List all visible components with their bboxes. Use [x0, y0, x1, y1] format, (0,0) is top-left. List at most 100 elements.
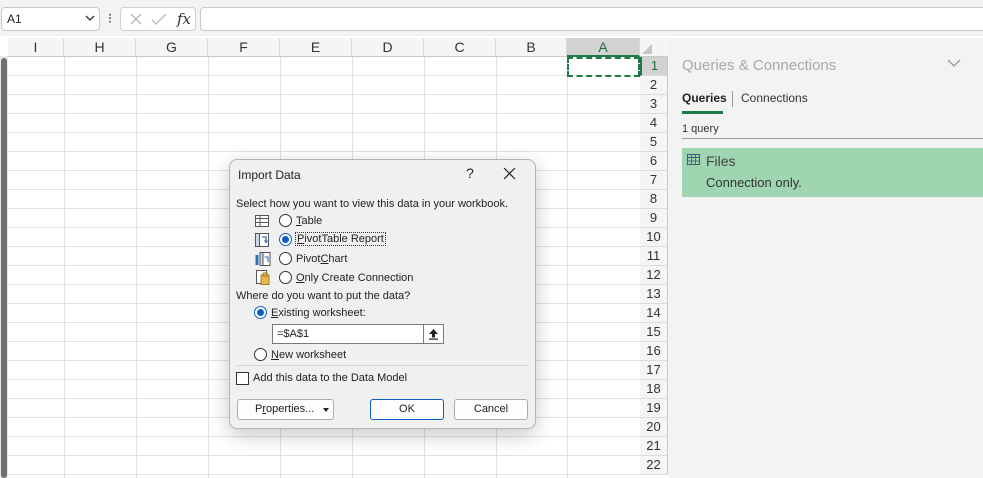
- row-header-14[interactable]: 14: [640, 304, 668, 323]
- chevron-down-icon[interactable]: [947, 59, 961, 68]
- row-header-18[interactable]: 18: [640, 380, 668, 399]
- existing-worksheet-label[interactable]: Existing worksheet:: [271, 307, 366, 319]
- row-header-20[interactable]: 20: [640, 418, 668, 437]
- column-header-a[interactable]: A: [567, 38, 640, 57]
- properties-button[interactable]: Properties...: [237, 399, 334, 420]
- query-status: Connection only.: [706, 175, 802, 190]
- row-header-2[interactable]: 2: [640, 76, 668, 95]
- row-header-8[interactable]: 8: [640, 190, 668, 209]
- row-header-10[interactable]: 10: [640, 228, 668, 247]
- column-header-b[interactable]: B: [496, 38, 567, 57]
- connection-option-label[interactable]: Only Create Connection: [296, 272, 413, 284]
- close-icon[interactable]: [503, 167, 516, 180]
- range-reference-value: =$A$1: [277, 328, 310, 340]
- dialog-title: Import Data: [238, 168, 301, 182]
- existing-worksheet-text: xisting worksheet:: [278, 307, 366, 319]
- pivotchart-radio[interactable]: [279, 252, 292, 265]
- row-header-6[interactable]: 6: [640, 152, 668, 171]
- row-header-19[interactable]: 19: [640, 399, 668, 418]
- table-option-label[interactable]: Table: [296, 215, 322, 227]
- row-header-3[interactable]: 3: [640, 95, 668, 114]
- row-header-12[interactable]: 12: [640, 266, 668, 285]
- name-box-value: A1: [7, 12, 22, 26]
- queries-connections-pane: Queries & Connections Queries Connection…: [668, 38, 983, 478]
- scrollbar-thumb[interactable]: [1, 58, 7, 478]
- row-header-5[interactable]: 5: [640, 133, 668, 152]
- data-model-checkbox[interactable]: [236, 372, 249, 385]
- divider: [236, 365, 529, 366]
- column-header-h[interactable]: H: [64, 38, 136, 57]
- new-worksheet-radio[interactable]: [254, 348, 267, 361]
- row-header-16[interactable]: 16: [640, 342, 668, 361]
- scrollbar[interactable]: [0, 56, 8, 478]
- new-worksheet-label[interactable]: New worksheet: [271, 349, 346, 361]
- column-header-c[interactable]: C: [424, 38, 496, 57]
- enter-check-icon[interactable]: [151, 12, 167, 26]
- table-radio[interactable]: [279, 214, 292, 227]
- row-header-13[interactable]: 13: [640, 285, 668, 304]
- properties-button-text: operties...: [266, 403, 315, 415]
- dropdown-arrow-icon: [323, 408, 329, 412]
- row-header-17[interactable]: 17: [640, 361, 668, 380]
- insert-function-button[interactable]: fx: [177, 10, 191, 28]
- existing-worksheet-radio[interactable]: [254, 306, 267, 319]
- select-all-button[interactable]: [640, 38, 668, 57]
- connection-option-text: nly Create Connection: [304, 272, 414, 284]
- pivotchart-option-text: hart: [328, 253, 348, 265]
- row-header-22[interactable]: 22: [640, 456, 668, 475]
- tab-connections[interactable]: Connections: [741, 91, 808, 105]
- row-header-15[interactable]: 15: [640, 323, 668, 342]
- divider: [682, 138, 983, 139]
- connection-option-accesskey: O: [296, 272, 305, 284]
- data-model-label[interactable]: Add this data to the Data Model: [253, 372, 407, 384]
- connection-icon: [256, 270, 270, 285]
- table-option-text: able: [301, 215, 323, 227]
- row-header-7[interactable]: 7: [640, 171, 668, 190]
- connection-radio[interactable]: [279, 271, 292, 284]
- column-header-f[interactable]: F: [208, 38, 280, 57]
- help-button[interactable]: ?: [462, 165, 478, 181]
- more-options-icon[interactable]: ⁝: [106, 10, 114, 26]
- range-reference-input[interactable]: =$A$1: [272, 324, 444, 344]
- new-worksheet-text: ew worksheet: [278, 349, 347, 361]
- excel-window: A1 ⁝ fx I H G F E D C B A 1 2 3 4 5 6 7 …: [0, 0, 983, 478]
- grid-line: [136, 57, 137, 478]
- query-item-files[interactable]: Files Connection only.: [682, 148, 983, 197]
- row-header-4[interactable]: 4: [640, 114, 668, 133]
- query-count: 1 query: [682, 123, 719, 135]
- cancel-icon[interactable]: [129, 12, 143, 26]
- grid-line: [64, 57, 65, 478]
- import-data-dialog: Import Data ? Select how you want to vie…: [229, 159, 536, 429]
- cancel-button[interactable]: Cancel: [454, 399, 528, 420]
- chevron-down-icon[interactable]: [85, 15, 95, 22]
- ok-button[interactable]: OK: [370, 399, 444, 420]
- grid-line: [567, 57, 568, 478]
- formula-input[interactable]: [200, 7, 983, 31]
- row-header-11[interactable]: 11: [640, 247, 668, 266]
- pivottable-option-label[interactable]: PivotTable Report: [295, 232, 386, 246]
- select-all-triangle-icon: [642, 44, 652, 54]
- collapse-dialog-button[interactable]: [423, 325, 443, 343]
- view-prompt: Select how you want to view this data in…: [236, 198, 509, 210]
- grid-line: [208, 57, 209, 478]
- row-header-9[interactable]: 9: [640, 209, 668, 228]
- upload-arrow-icon: [429, 329, 438, 340]
- formula-buttons: fx: [120, 7, 196, 31]
- pivotchart-icon: [255, 252, 271, 266]
- row-header-1[interactable]: 1: [640, 57, 668, 76]
- column-header-e[interactable]: E: [280, 38, 352, 57]
- tab-queries[interactable]: Queries: [682, 91, 727, 105]
- column-header-i[interactable]: I: [8, 38, 64, 57]
- row-header-21[interactable]: 21: [640, 437, 668, 456]
- column-header-g[interactable]: G: [136, 38, 208, 57]
- table-icon: [687, 154, 700, 165]
- pivotchart-option-label[interactable]: PivotChart: [296, 253, 347, 265]
- selected-cell-a1[interactable]: [567, 57, 640, 77]
- location-prompt: Where do you want to put the data?: [236, 290, 411, 302]
- tab-divider: [732, 91, 733, 107]
- focus-outline: PivotTable Report: [295, 232, 386, 246]
- pivottable-radio[interactable]: [279, 233, 292, 246]
- name-box[interactable]: A1: [1, 7, 100, 31]
- column-header-d[interactable]: D: [352, 38, 424, 57]
- formula-bar: A1 ⁝ fx: [0, 0, 983, 36]
